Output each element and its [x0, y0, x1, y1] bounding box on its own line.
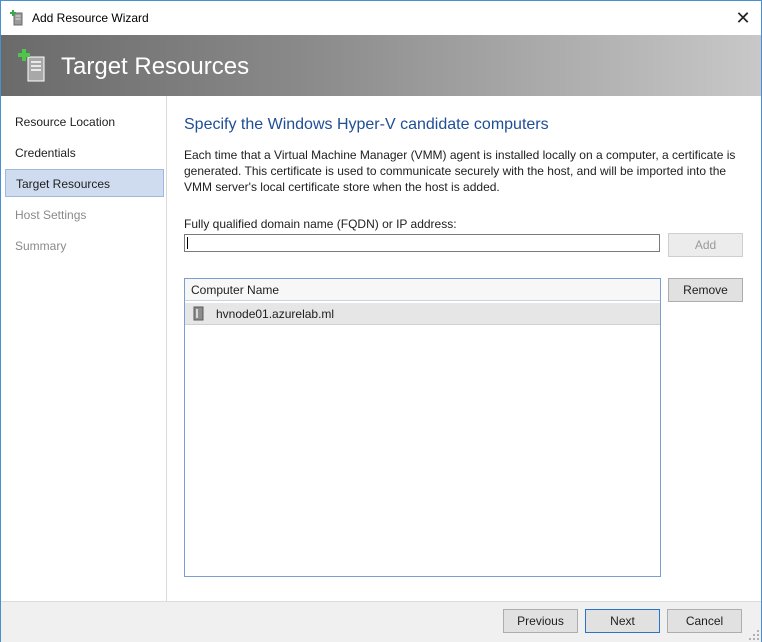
wizard-steps-sidebar: Resource Location Credentials Target Res…	[1, 96, 167, 601]
text-caret	[187, 237, 188, 249]
window-title: Add Resource Wizard	[32, 11, 149, 25]
add-button[interactable]: Add	[668, 233, 743, 257]
fqdn-input[interactable]	[184, 234, 660, 252]
main-content: Specify the Windows Hyper-V candidate co…	[167, 96, 761, 601]
sidebar-item-summary: Summary	[15, 239, 67, 253]
remove-button[interactable]: Remove	[668, 278, 743, 302]
computer-name: hvnode01.azurelab.ml	[216, 307, 335, 321]
server-add-icon	[10, 10, 23, 26]
resize-grip-icon[interactable]	[749, 630, 759, 640]
sidebar-item-host-settings: Host Settings	[15, 208, 87, 222]
close-icon[interactable]: ✕	[725, 1, 761, 35]
add-resource-wizard-window: Add Resource Wizard ✕ Target Resources R…	[0, 0, 762, 642]
column-header-computer-name[interactable]: Computer Name	[185, 279, 660, 301]
previous-button[interactable]: Previous	[503, 609, 578, 633]
sidebar-item-resource-location[interactable]: Resource Location	[5, 108, 164, 136]
cancel-button[interactable]: Cancel	[667, 609, 742, 633]
server-icon	[193, 306, 204, 321]
section-heading: Specify the Windows Hyper-V candidate co…	[184, 116, 549, 133]
list-item[interactable]: hvnode01.azurelab.ml	[185, 303, 660, 325]
description-text: Each time that a Virtual Machine Manager…	[184, 148, 736, 194]
wizard-footer: Previous Next Cancel	[1, 601, 761, 642]
computer-list[interactable]: Computer Name hvnode01.azurelab.ml	[184, 278, 661, 577]
next-button[interactable]: Next	[585, 609, 660, 633]
page-title: Target Resources	[61, 53, 250, 80]
page-banner: Target Resources	[1, 35, 761, 96]
title-bar[interactable]: Add Resource Wizard ✕	[1, 1, 761, 35]
fqdn-label: Fully qualified domain name (FQDN) or IP…	[184, 217, 457, 231]
sidebar-item-target-resources[interactable]: Target Resources	[5, 169, 164, 197]
sidebar-item-credentials[interactable]: Credentials	[5, 139, 164, 167]
server-add-icon	[18, 49, 45, 82]
